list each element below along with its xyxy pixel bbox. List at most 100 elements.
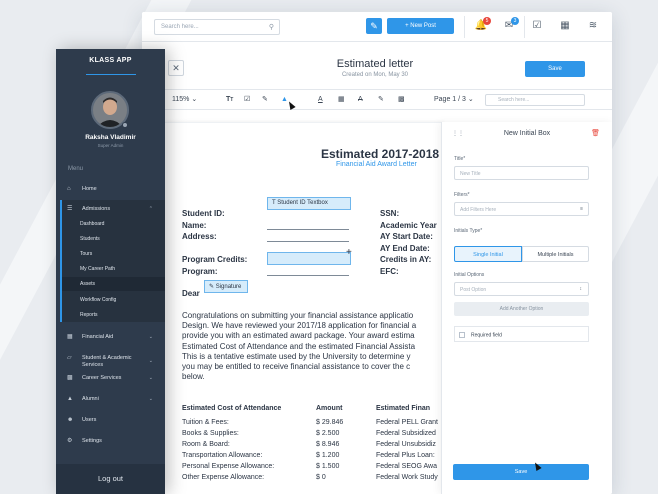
trash-icon[interactable]: 🗑	[591, 129, 600, 137]
cap-icon: ▲	[67, 396, 73, 402]
sidebar-item-label: Student & Academic Services	[82, 355, 132, 368]
add-option-button[interactable]: Add Another Option	[454, 302, 589, 316]
cost-amount: $ 29.846	[316, 419, 344, 426]
brand-underline	[86, 74, 136, 75]
cost-label: Personal Expense Allowance:	[182, 463, 275, 470]
program-credits-textbox-tag[interactable]	[267, 252, 351, 265]
aid-label: Federal SEOG Awa	[376, 463, 437, 470]
search-input[interactable]: Search here... ⚲	[154, 19, 280, 35]
pen-tool-icon[interactable]: ✎	[262, 94, 268, 106]
aid-label: Federal Unsubsidiz	[376, 441, 436, 448]
document-title: Estimated letter	[336, 58, 414, 70]
message-badge: 3	[511, 17, 519, 25]
student-id-tag-label: Student ID Textbox	[277, 200, 328, 206]
aid-label: Federal Work Study	[376, 474, 438, 481]
sidebar-item-home[interactable]: ⌂ Home	[56, 182, 165, 196]
multiple-initials-option[interactable]: Multiple Initials	[522, 246, 589, 262]
divider	[464, 16, 465, 38]
sidebar-subitem-dashboard[interactable]: Dashboard	[56, 217, 165, 231]
initial-options-label: Initial Options	[454, 272, 485, 278]
money-icon: ▦	[67, 334, 73, 340]
text-tool-icon[interactable]: TT	[226, 94, 233, 106]
calendar-icon[interactable]: ▦	[558, 19, 572, 33]
sidebar: KLASS APP Raksha Vladimir Super Admin Me…	[56, 49, 165, 494]
editor-toolbar: 115% ⌄ TT ☑ ✎ ▲ A ▦ A ✎ ▩ Page 1 / 3 ⌄ S…	[142, 90, 612, 110]
single-initial-option[interactable]: Single Initial	[454, 246, 522, 262]
new-post-button[interactable]: + New Post	[387, 18, 454, 34]
bell-icon[interactable]: 🔔 5	[474, 17, 491, 33]
cost-amount: $ 0	[316, 474, 326, 481]
letter-paragraph: Congratulations on submitting your finan…	[182, 311, 444, 382]
paragraph-line: This is a tentative estimate used by the…	[182, 351, 411, 361]
sidebar-item-career-services[interactable]: ▩ Career Services ⌄	[56, 371, 165, 385]
letter-subtitle: Financial Aid Award Letter	[336, 161, 417, 168]
post-option-select[interactable]: Post Option ↕	[454, 282, 589, 296]
sidebar-item-admissions[interactable]: ☰ Admissions ⌃	[56, 202, 165, 216]
sidebar-item-financial-aid[interactable]: ▦ Financial Aid ⌄	[56, 330, 165, 344]
signature-tag[interactable]: ✎ Signature	[204, 280, 248, 293]
toolbar-search-input[interactable]: Search here...	[485, 94, 585, 106]
close-button[interactable]: ✕	[168, 60, 184, 76]
page-indicator[interactable]: Page 1 / 3 ⌄	[434, 94, 474, 106]
pen-icon: ✎	[209, 284, 215, 290]
title-label: Title*	[454, 156, 466, 162]
letter-title: Estimated 2017-2018	[321, 147, 440, 161]
highlight-tool-icon[interactable]: ✎	[378, 94, 384, 106]
checkbox-icon[interactable]: ☑	[530, 19, 544, 33]
field-underline	[267, 275, 349, 276]
notification-badge: 5	[483, 17, 491, 25]
greeting: Dear	[182, 289, 200, 298]
search-icon: ⚲	[268, 24, 274, 31]
field-label: SSN:	[380, 209, 400, 218]
sidebar-item-settings[interactable]: ⚙ Settings	[56, 434, 165, 448]
user-name: Raksha Vladimir	[85, 134, 136, 141]
sidebar-subitem-my-career-path[interactable]: My Career Path	[56, 262, 165, 276]
sidebar-subitem-tours[interactable]: Tours	[56, 247, 165, 261]
chevron-down-icon: ⌄	[148, 375, 153, 381]
sidebar-subitem-students[interactable]: Students	[56, 232, 165, 246]
text-field-icon: T	[272, 200, 276, 206]
paragraph-line: Design. We have reviewed your 2017/18 ap…	[182, 321, 417, 331]
edit-button[interactable]: ✎	[366, 18, 382, 34]
filters-placeholder: Add Filters Here	[460, 207, 497, 213]
aid-label: Federal Plus Loan:	[376, 452, 435, 459]
sidebar-item-label: Career Services	[82, 375, 122, 381]
sidebar-item-student-academic-services[interactable]: ▱ Student & Academic Services ⌄	[56, 352, 165, 372]
home-icon: ⌂	[67, 186, 71, 192]
rss-icon[interactable]: ≋	[586, 19, 600, 33]
sidebar-subitem-reports[interactable]: Reports	[56, 308, 165, 322]
sidebar-item-label: Users	[82, 417, 97, 423]
sidebar-subitem-assets[interactable]: Assets	[62, 277, 165, 291]
field-label: Credits in AY:	[380, 255, 432, 264]
sidebar-item-users[interactable]: ☻ Users	[56, 413, 165, 427]
required-checkbox[interactable]	[459, 332, 465, 338]
student-id-textbox-tag[interactable]: T Student ID Textbox	[267, 197, 351, 210]
sliders-icon: ≡	[580, 206, 583, 212]
paragraph-line: below.	[182, 372, 205, 382]
save-button[interactable]: Save	[525, 61, 585, 77]
strikethrough-icon[interactable]: A	[358, 94, 363, 106]
logout-button[interactable]: Log out	[56, 464, 165, 494]
app-window: Search here... ⚲ ✎ + New Post 🔔 5 ✉ 3 ☑ …	[142, 12, 612, 494]
chat-icon[interactable]: ✉ 3	[502, 17, 519, 33]
checkbox-tool-icon[interactable]: ☑	[244, 94, 250, 106]
sidebar-item-alumni[interactable]: ▲ Alumni ⌄	[56, 392, 165, 406]
document-page[interactable]: Estimated 2017-2018 Financial Aid Award …	[164, 122, 444, 494]
sidebar-item-label: Alumni	[82, 396, 99, 402]
field-label: AY End Date:	[380, 244, 430, 253]
comment-tool-icon[interactable]: ▩	[398, 94, 405, 106]
top-bar: Search here... ⚲ ✎ + New Post 🔔 5 ✉ 3 ☑ …	[142, 12, 612, 42]
paragraph-line: Congratulations on submitting your finan…	[182, 311, 414, 320]
zoom-select[interactable]: 115% ⌄	[172, 94, 197, 106]
filters-label: Filters*	[454, 192, 470, 198]
filters-input[interactable]: Add Filters Here ≡	[454, 202, 589, 216]
edit-icon: ✎	[370, 21, 378, 31]
document-subtitle: Created on Mon, May 30	[341, 72, 409, 78]
text-color-icon[interactable]: A	[318, 94, 323, 106]
title-input[interactable]: New Title	[454, 166, 589, 180]
panel-save-button[interactable]: Save	[453, 464, 589, 480]
sidebar-subitem-workflow-config[interactable]: Workflow Config	[56, 293, 165, 307]
pattern-tool-icon[interactable]: ▦	[338, 94, 345, 106]
brand-logo: KLASS APP	[89, 57, 132, 64]
paragraph-line: Estimated Cost of Attendance and the est…	[182, 341, 416, 351]
